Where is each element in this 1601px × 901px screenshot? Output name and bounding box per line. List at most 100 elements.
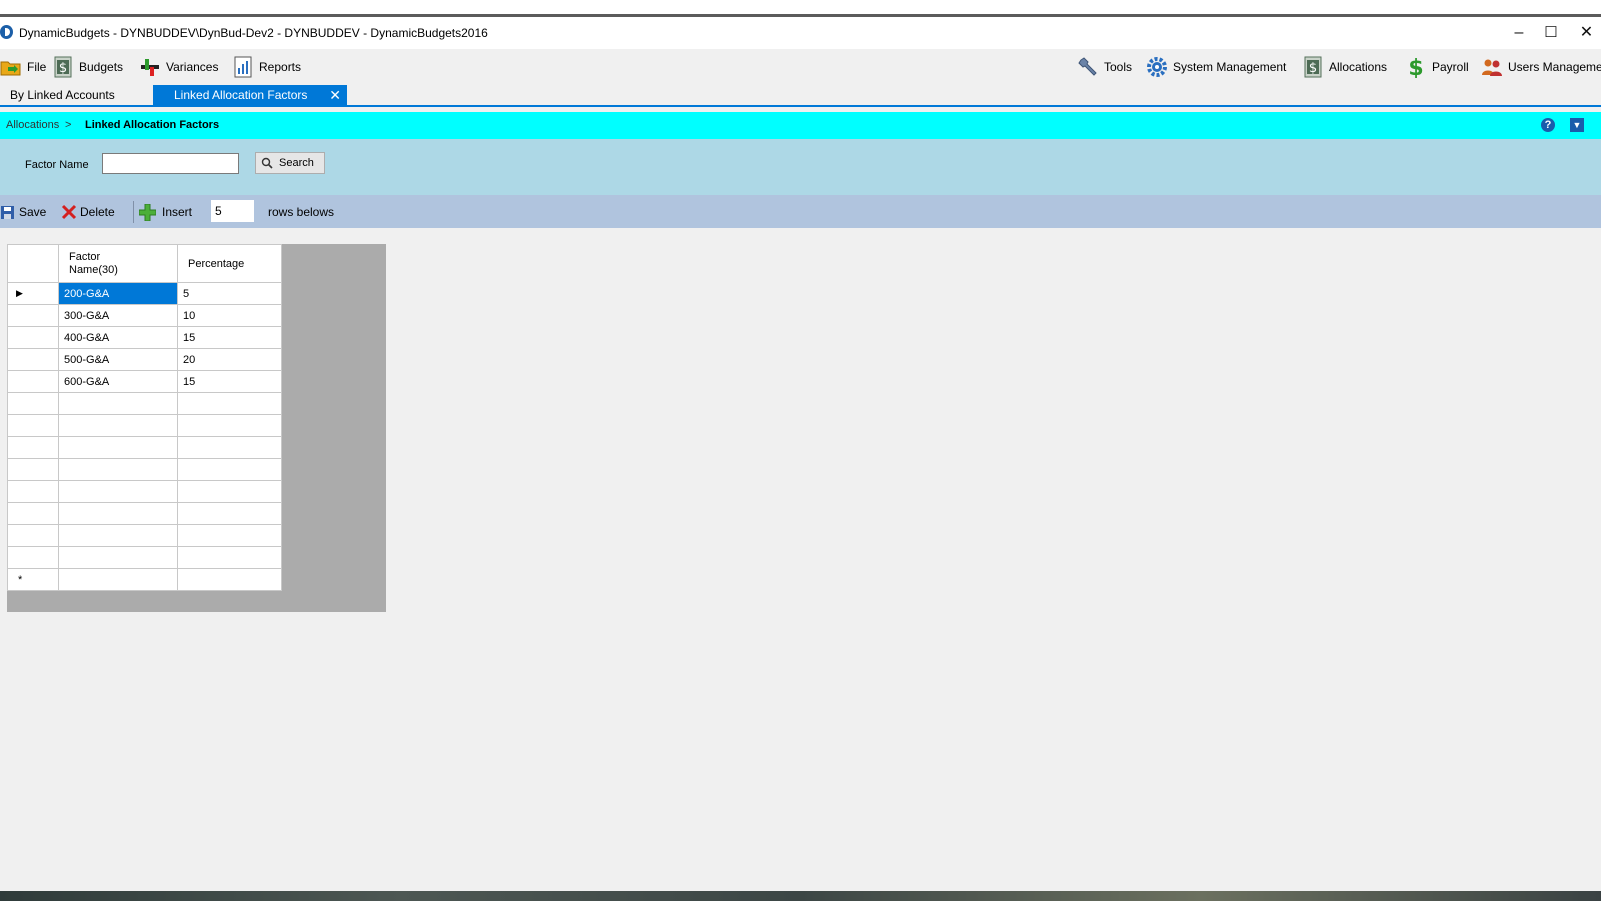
empty-cell[interactable] bbox=[58, 480, 178, 503]
column-header-percentage[interactable]: Percentage bbox=[177, 244, 282, 283]
factor-name-cell[interactable]: 300-G&A bbox=[58, 304, 178, 327]
insert-label: Insert bbox=[162, 205, 193, 219]
empty-cell[interactable] bbox=[58, 436, 178, 459]
help-icon[interactable]: ? bbox=[1541, 118, 1555, 132]
folder-icon bbox=[0, 56, 22, 78]
table-row-empty[interactable] bbox=[7, 436, 282, 459]
factor-name-cell[interactable]: 200-G&A bbox=[58, 282, 178, 305]
delete-button[interactable]: Delete bbox=[61, 203, 115, 221]
empty-cell[interactable] bbox=[177, 524, 282, 547]
menu-budgets[interactable]: $ Budgets bbox=[52, 56, 123, 78]
percentage-cell[interactable]: 5 bbox=[177, 282, 282, 305]
row-header[interactable] bbox=[7, 480, 59, 503]
taskbar-strip bbox=[0, 891, 1601, 901]
table-row-empty[interactable] bbox=[7, 502, 282, 525]
menu-users-management[interactable]: Users Management bbox=[1481, 56, 1601, 78]
empty-cell[interactable] bbox=[177, 392, 282, 415]
menu-reports-label: Reports bbox=[259, 60, 302, 74]
row-header[interactable] bbox=[7, 392, 59, 415]
empty-cell[interactable] bbox=[58, 524, 178, 547]
chevron-down-icon[interactable]: ▼ bbox=[1570, 118, 1584, 132]
factor-name-cell[interactable]: 500-G&A bbox=[58, 348, 178, 371]
menu-variances[interactable]: Variances bbox=[139, 56, 218, 78]
table-row[interactable]: ▶ 200-G&A 5 bbox=[7, 282, 282, 305]
dollar-icon: $ bbox=[1405, 56, 1427, 81]
empty-cell[interactable] bbox=[177, 568, 282, 591]
row-header[interactable] bbox=[7, 502, 59, 525]
percentage-cell[interactable]: 15 bbox=[177, 370, 282, 393]
table-row-empty[interactable] bbox=[7, 458, 282, 481]
column-header-factor-name[interactable]: Factor Name(30) bbox=[58, 244, 178, 283]
table-row[interactable]: 600-G&A 15 bbox=[7, 370, 282, 393]
table-row[interactable]: 300-G&A 10 bbox=[7, 304, 282, 327]
menu-allocations[interactable]: $ Allocations bbox=[1302, 56, 1387, 78]
empty-cell[interactable] bbox=[177, 480, 282, 503]
percentage-cell[interactable]: 15 bbox=[177, 326, 282, 349]
table-row[interactable]: 400-G&A 15 bbox=[7, 326, 282, 349]
row-header[interactable]: ▶ bbox=[7, 282, 59, 305]
search-button[interactable]: Search bbox=[255, 152, 325, 174]
grid-header-row: Factor Name(30) Percentage bbox=[7, 244, 282, 283]
menu-system-management[interactable]: System Management bbox=[1146, 56, 1286, 78]
menu-file[interactable]: File bbox=[0, 56, 46, 78]
percentage-cell[interactable]: 10 bbox=[177, 304, 282, 327]
tab-linked-allocation-factors[interactable]: Linked Allocation Factors ✕ bbox=[153, 85, 347, 105]
factor-name-cell[interactable]: 600-G&A bbox=[58, 370, 178, 393]
menu-variances-label: Variances bbox=[166, 60, 219, 74]
menu-tools[interactable]: Tools bbox=[1077, 56, 1132, 78]
search-icon bbox=[261, 157, 273, 169]
factor-name-input[interactable] bbox=[102, 153, 239, 174]
svg-text:$: $ bbox=[1408, 56, 1423, 78]
maximize-button[interactable]: ☐ bbox=[1528, 17, 1574, 49]
toolbar-separator bbox=[133, 201, 134, 223]
close-window-button[interactable]: ✕ bbox=[1572, 17, 1601, 49]
insert-icon bbox=[139, 203, 156, 221]
rows-count-input[interactable]: 5 bbox=[211, 200, 254, 222]
table-row[interactable]: 500-G&A 20 bbox=[7, 348, 282, 371]
row-header[interactable] bbox=[7, 348, 59, 371]
save-button[interactable]: Save bbox=[1, 203, 46, 221]
row-header[interactable] bbox=[7, 546, 59, 569]
empty-cell[interactable] bbox=[58, 414, 178, 437]
percentage-cell[interactable]: 20 bbox=[177, 348, 282, 371]
row-header[interactable] bbox=[7, 326, 59, 349]
empty-cell[interactable] bbox=[177, 436, 282, 459]
window-title: DynamicBudgets - DYNBUDDEV\DynBud-Dev2 -… bbox=[19, 26, 488, 40]
title-bar[interactable]: DynamicBudgets - DYNBUDDEV\DynBud-Dev2 -… bbox=[0, 17, 1601, 49]
breadcrumb-allocations[interactable]: Allocations bbox=[6, 119, 59, 131]
row-header[interactable] bbox=[7, 436, 59, 459]
menu-payroll[interactable]: $ Payroll bbox=[1405, 56, 1468, 81]
table-row-empty[interactable] bbox=[7, 524, 282, 547]
table-row-empty[interactable] bbox=[7, 546, 282, 569]
row-header[interactable] bbox=[7, 304, 59, 327]
empty-cell[interactable] bbox=[177, 458, 282, 481]
empty-cell[interactable] bbox=[58, 502, 178, 525]
table-row-empty[interactable] bbox=[7, 414, 282, 437]
delete-label: Delete bbox=[80, 205, 115, 219]
row-header[interactable] bbox=[7, 370, 59, 393]
row-header[interactable] bbox=[7, 524, 59, 547]
toolbar: Save Delete Insert 5 rows belows bbox=[0, 195, 1601, 228]
menu-reports[interactable]: Reports bbox=[232, 56, 301, 78]
new-row-marker[interactable]: * bbox=[7, 568, 59, 591]
gear-icon bbox=[1146, 56, 1168, 78]
menu-tools-label: Tools bbox=[1104, 60, 1133, 74]
empty-cell[interactable] bbox=[177, 414, 282, 437]
empty-cell[interactable] bbox=[58, 458, 178, 481]
new-row[interactable]: * bbox=[7, 568, 282, 591]
empty-cell[interactable] bbox=[177, 502, 282, 525]
row-header[interactable] bbox=[7, 414, 59, 437]
empty-cell[interactable] bbox=[177, 546, 282, 569]
empty-cell[interactable] bbox=[58, 392, 178, 415]
tab-by-linked-accounts[interactable]: By Linked Accounts bbox=[0, 85, 150, 105]
table-row-empty[interactable] bbox=[7, 392, 282, 415]
menu-file-label: File bbox=[27, 60, 47, 74]
table-row-empty[interactable] bbox=[7, 480, 282, 503]
factor-name-cell[interactable]: 400-G&A bbox=[58, 326, 178, 349]
close-tab-icon[interactable]: ✕ bbox=[329, 85, 341, 105]
row-header[interactable] bbox=[7, 458, 59, 481]
svg-text:$: $ bbox=[59, 61, 67, 76]
empty-cell[interactable] bbox=[58, 546, 178, 569]
insert-button[interactable]: Insert bbox=[139, 203, 192, 221]
empty-cell[interactable] bbox=[58, 568, 178, 591]
